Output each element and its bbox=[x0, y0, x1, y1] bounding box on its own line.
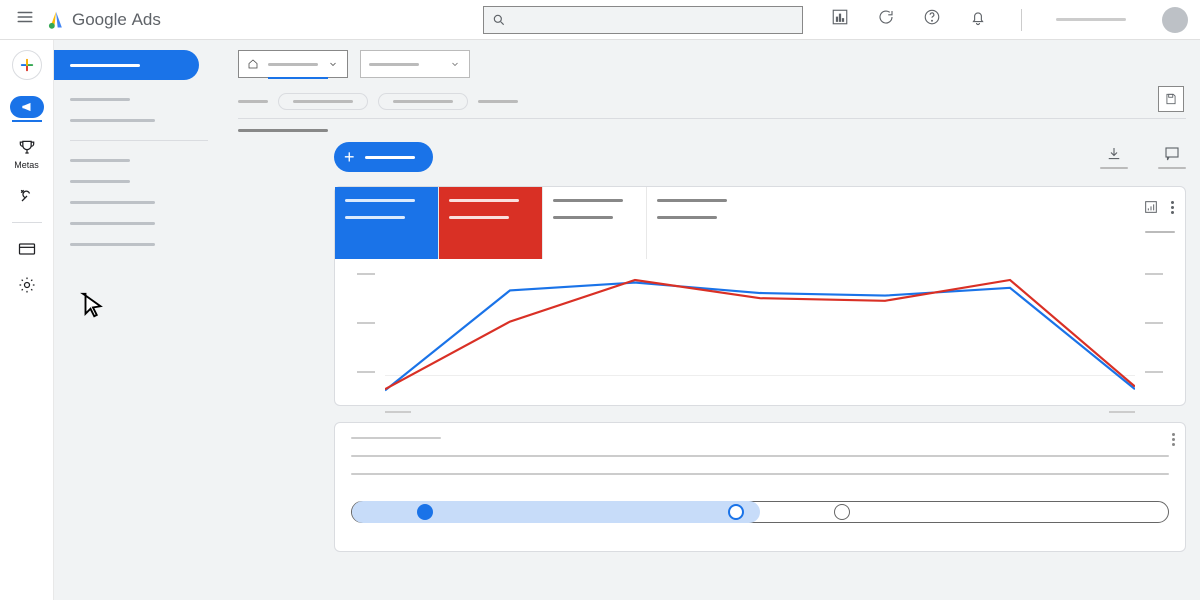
scope-row bbox=[224, 79, 1200, 118]
filter-active-underline bbox=[268, 77, 328, 79]
rail-campaigns[interactable] bbox=[7, 96, 47, 122]
cursor-pointer-icon bbox=[78, 290, 108, 325]
text-placeholder bbox=[351, 473, 1169, 475]
filter-bar bbox=[224, 50, 1200, 79]
scope-label bbox=[238, 100, 268, 103]
plus-icon bbox=[18, 56, 36, 74]
header-actions bbox=[831, 7, 1188, 33]
card-icon bbox=[17, 239, 37, 259]
x-tick bbox=[385, 411, 411, 413]
download-button[interactable] bbox=[1100, 145, 1128, 169]
account-filter[interactable] bbox=[238, 50, 348, 78]
y-tick bbox=[1145, 322, 1163, 324]
megaphone-icon bbox=[20, 100, 34, 114]
y-tick bbox=[357, 273, 375, 275]
card-heading-placeholder bbox=[351, 437, 441, 439]
sidebar-item[interactable] bbox=[70, 119, 155, 122]
y-tick bbox=[1145, 273, 1163, 275]
brand-text: Google Ads bbox=[72, 10, 161, 30]
more-icon[interactable] bbox=[1171, 201, 1175, 214]
y-tick bbox=[357, 371, 375, 373]
slider-step-next[interactable] bbox=[834, 504, 850, 520]
sidebar-item[interactable] bbox=[70, 98, 130, 101]
search-icon bbox=[492, 13, 506, 27]
help-icon[interactable] bbox=[923, 8, 941, 31]
x-tick bbox=[1109, 411, 1135, 413]
app-header: Google Ads bbox=[0, 0, 1200, 40]
divider bbox=[1021, 9, 1022, 31]
y-tick bbox=[1145, 371, 1163, 373]
sidebar-divider bbox=[70, 140, 208, 141]
rail-billing[interactable] bbox=[7, 239, 47, 259]
left-rail: Metas bbox=[0, 40, 54, 600]
slider-step-current[interactable] bbox=[728, 504, 744, 520]
create-button[interactable] bbox=[12, 50, 42, 80]
scope-chip[interactable] bbox=[278, 93, 368, 110]
plus-icon: + bbox=[344, 147, 355, 168]
sidebar-item[interactable] bbox=[70, 159, 130, 162]
feedback-button[interactable] bbox=[1158, 145, 1186, 169]
rail-metas[interactable]: Metas bbox=[7, 138, 47, 170]
secondary-filter[interactable] bbox=[360, 50, 470, 78]
page-title bbox=[224, 119, 1200, 142]
gear-icon bbox=[17, 275, 37, 295]
metric-tab-3[interactable] bbox=[543, 187, 647, 259]
rail-tools[interactable] bbox=[7, 186, 47, 206]
rail-label: Metas bbox=[14, 160, 39, 170]
chevron-down-icon bbox=[327, 58, 339, 70]
brand-logo[interactable]: Google Ads bbox=[46, 10, 161, 30]
search-input[interactable] bbox=[483, 6, 803, 34]
trophy-icon bbox=[17, 138, 37, 158]
save-view-button[interactable] bbox=[1158, 86, 1184, 112]
progress-slider[interactable] bbox=[351, 501, 1169, 523]
main-content: + bbox=[224, 40, 1200, 600]
metric-tab-2[interactable] bbox=[439, 187, 543, 259]
sidebar-item-active[interactable] bbox=[54, 50, 199, 80]
metric-tabs bbox=[335, 187, 1185, 259]
chart-lines bbox=[385, 267, 1135, 397]
reports-icon[interactable] bbox=[831, 8, 849, 31]
scope-label bbox=[478, 100, 518, 103]
download-icon bbox=[1105, 145, 1123, 163]
rail-settings[interactable] bbox=[7, 275, 47, 295]
text-placeholder bbox=[351, 455, 1169, 457]
scope-chip[interactable] bbox=[378, 93, 468, 110]
home-icon bbox=[247, 58, 259, 70]
chart-plot bbox=[385, 267, 1135, 397]
right-axis-label bbox=[1145, 231, 1175, 241]
refresh-icon[interactable] bbox=[877, 8, 895, 31]
wrench-icon bbox=[17, 186, 37, 206]
account-name-placeholder bbox=[1056, 18, 1126, 21]
active-indicator bbox=[12, 120, 42, 122]
feedback-icon bbox=[1163, 145, 1181, 163]
save-icon bbox=[1164, 92, 1178, 106]
chevron-down-icon bbox=[449, 58, 461, 70]
expand-chart-icon[interactable] bbox=[1143, 199, 1159, 215]
sidebar-item[interactable] bbox=[70, 201, 155, 204]
avatar[interactable] bbox=[1162, 7, 1188, 33]
sidebar-item[interactable] bbox=[70, 222, 155, 225]
slider-step-done[interactable] bbox=[417, 504, 433, 520]
metric-tab-4[interactable] bbox=[647, 187, 751, 259]
performance-chart-card bbox=[334, 186, 1186, 406]
sidebar-item[interactable] bbox=[70, 180, 130, 183]
notifications-icon[interactable] bbox=[969, 8, 987, 31]
optimization-card bbox=[334, 422, 1186, 552]
more-icon[interactable] bbox=[1172, 433, 1175, 446]
new-campaign-button[interactable]: + bbox=[334, 142, 433, 172]
toolbar: + bbox=[334, 142, 1186, 172]
metric-tab-1[interactable] bbox=[335, 187, 439, 259]
ads-logo-icon bbox=[46, 10, 66, 30]
slider-fill bbox=[352, 501, 760, 523]
rail-divider bbox=[12, 222, 42, 223]
menu-icon[interactable] bbox=[12, 4, 38, 35]
y-tick bbox=[357, 322, 375, 324]
card-controls bbox=[1143, 199, 1175, 215]
sidebar-item[interactable] bbox=[70, 243, 155, 246]
